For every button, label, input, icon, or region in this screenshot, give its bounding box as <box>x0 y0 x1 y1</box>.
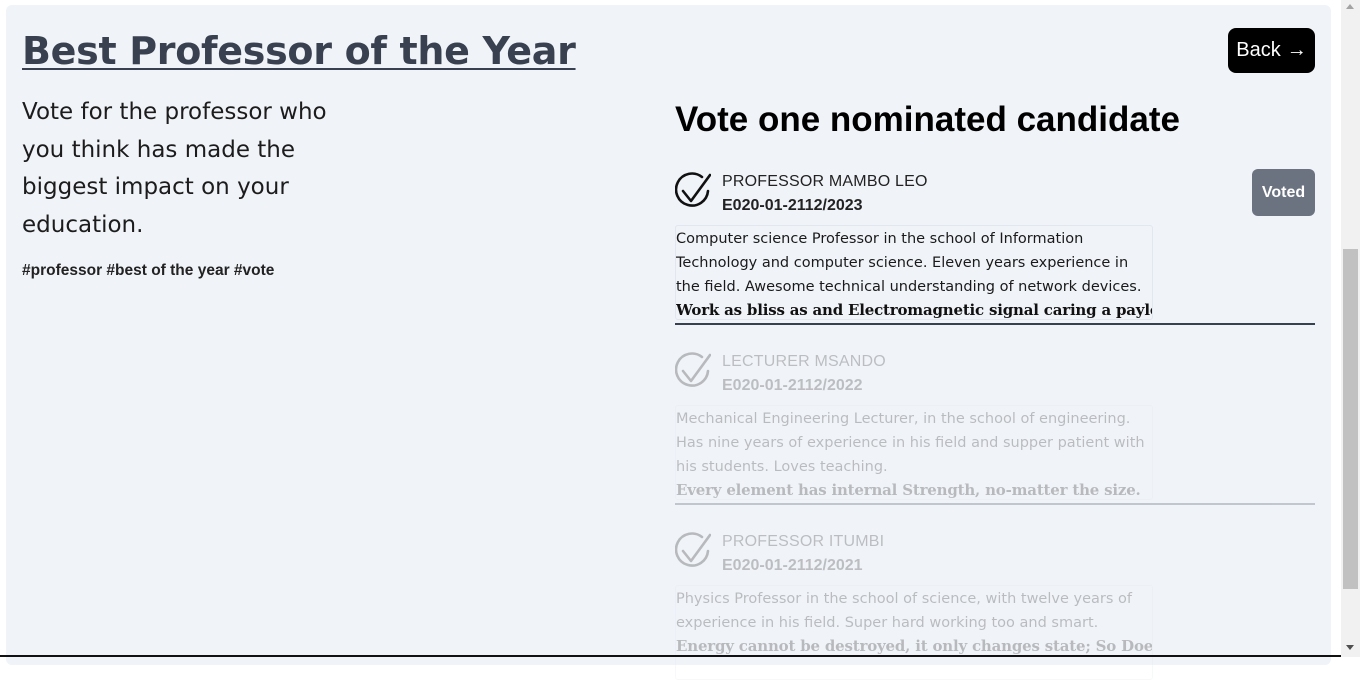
scroll-up-arrow-icon[interactable] <box>1346 4 1354 9</box>
candidate-id: E020-01-2112/2021 <box>722 557 863 574</box>
hashtags: #professor #best of the year #vote <box>22 262 275 279</box>
bio-quote: Work as bliss as and Electromagnetic sig… <box>676 301 1153 319</box>
candidate-bio: Computer science Professor in the school… <box>675 225 1153 320</box>
page-title[interactable]: Best Professor of the Year <box>22 29 576 73</box>
vertical-scrollbar[interactable] <box>1341 0 1360 657</box>
candidate-name: LECTURER MSANDO <box>722 353 886 370</box>
divider <box>675 323 1315 325</box>
scroll-thumb[interactable] <box>1343 249 1358 589</box>
section-title: Vote one nominated candidate <box>675 100 1180 139</box>
bio-quote: Every element has internal Strength, no-… <box>676 481 1141 499</box>
back-button[interactable]: Back → <box>1228 28 1315 73</box>
bio-text: Physics Professor in the school of scien… <box>676 591 1132 631</box>
candidate-id: E020-01-2112/2022 <box>722 377 863 394</box>
candidate-id: E020-01-2112/2023 <box>722 197 863 214</box>
candidate-card: LECTURER MSANDO E020-01-2112/2022 Mechan… <box>675 349 1315 509</box>
voted-button[interactable]: Voted <box>1252 169 1315 216</box>
candidate-name: PROFESSOR MAMBO LEO <box>722 173 928 190</box>
bio-text: Mechanical Engineering Lecturer, in the … <box>676 411 1145 475</box>
arrow-right-icon: → <box>1286 39 1307 61</box>
check-circle-icon <box>675 172 711 207</box>
vote-description: Vote for the professor who you think has… <box>22 99 327 238</box>
candidate-bio: Physics Professor in the school of scien… <box>675 585 1153 680</box>
check-circle-icon <box>675 532 711 567</box>
candidate-name: PROFESSOR ITUMBI <box>722 533 885 550</box>
candidate-bio: Mechanical Engineering Lecturer, in the … <box>675 405 1153 500</box>
bio-quote: Energy cannot be destroyed, it only chan… <box>676 637 1153 655</box>
check-circle-icon <box>675 352 711 387</box>
scroll-down-arrow-icon[interactable] <box>1346 645 1354 650</box>
candidate-card: PROFESSOR ITUMBI E020-01-2112/2021 Physi… <box>675 529 1315 689</box>
divider <box>675 503 1315 505</box>
bio-text: Computer science Professor in the school… <box>676 231 1142 295</box>
candidate-card: PROFESSOR MAMBO LEO E020-01-2112/2023 Vo… <box>675 169 1315 329</box>
main-panel: Best Professor of the Year Back → Vote f… <box>6 5 1331 680</box>
back-button-label: Back <box>1236 39 1281 61</box>
